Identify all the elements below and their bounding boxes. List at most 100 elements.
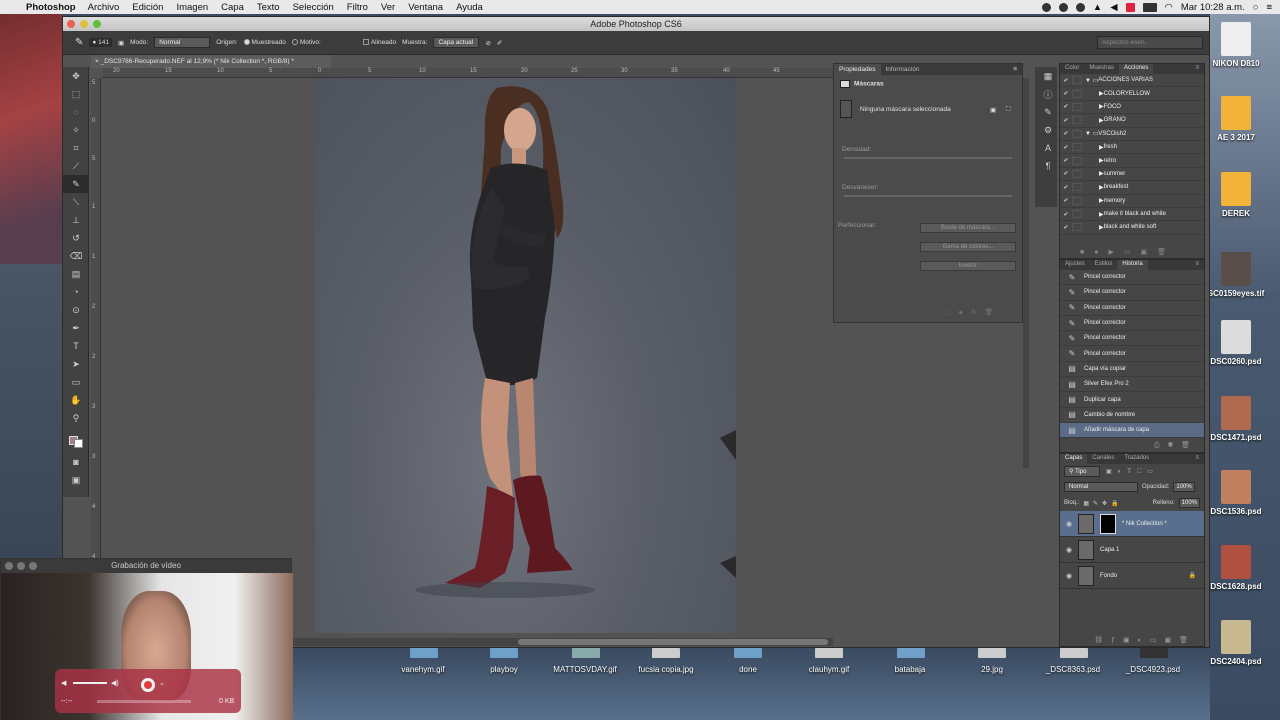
action-item[interactable]: ✔ ▶ make it black and white (1060, 208, 1204, 222)
desktop-icon-psd-0260[interactable]: DSC0260.psd (1200, 320, 1272, 366)
info-icon[interactable]: ⓘ (1035, 85, 1061, 103)
action-item[interactable]: ✔ ▶ retro (1060, 154, 1204, 168)
layer-row-capa1[interactable]: ◉ Capa 1 (1060, 537, 1204, 563)
creative-cloud-icon[interactable] (1058, 2, 1068, 12)
shape-tool-icon[interactable]: ▭ (63, 373, 89, 391)
layer-mask-thumbnail[interactable] (1100, 513, 1116, 534)
hand-tool-icon[interactable]: ✋ (63, 391, 89, 409)
zoom-window-button[interactable] (29, 562, 37, 570)
blur-tool-icon[interactable]: ◔ (63, 283, 89, 301)
dialog-toggle-icon[interactable] (1072, 210, 1082, 219)
density-slider[interactable] (844, 157, 1012, 159)
tab-historia[interactable]: Historia (1117, 260, 1148, 270)
tab-color[interactable]: Color (1060, 64, 1084, 74)
wifi-icon[interactable]: ◠ (1165, 2, 1173, 13)
desktop-file-5[interactable]: clauhym.gif (784, 665, 874, 674)
dialog-toggle-icon[interactable] (1072, 183, 1082, 192)
desktop-file-0[interactable]: vanehym.gif (378, 665, 468, 674)
menu-imagen[interactable]: Imagen (176, 2, 208, 13)
mask-actions-icons[interactable]: ⬚◈↻🗑 (944, 308, 1001, 316)
minimize-window-button[interactable] (17, 562, 25, 570)
search-icon[interactable]: ○ (1253, 2, 1259, 13)
action-item[interactable]: ✔ ▶ fresh (1060, 141, 1204, 155)
action-item[interactable]: ✔ ▶ FOCO (1060, 101, 1204, 115)
pen-tool-icon[interactable]: ✒ (63, 319, 89, 337)
menubar-clock[interactable]: Mar 10:28 a.m. (1181, 2, 1245, 13)
dialog-toggle-icon[interactable] (1072, 169, 1082, 178)
layer-controls-icons[interactable]: ⛓ƒ▣◐▭▣🗑 (1094, 636, 1196, 644)
menu-filtro[interactable]: Filtro (347, 2, 368, 13)
filter-type-icons[interactable]: ▣◐T⛶▭ (1106, 468, 1159, 476)
document-canvas[interactable] (315, 78, 736, 633)
desktop-file-9[interactable]: _DSC4923.psd (1108, 665, 1198, 674)
menu-app-name[interactable]: Photoshop (26, 2, 76, 13)
histogram-icon[interactable]: ▦ (1035, 67, 1061, 85)
visibility-eye-icon[interactable]: ◉ (1060, 546, 1078, 554)
healing-brush-tool-icon[interactable]: ✎ (75, 37, 83, 48)
move-tool-icon[interactable]: ✥ (63, 67, 89, 85)
brush-preset-picker[interactable]: ● 141 (89, 38, 112, 47)
action-item[interactable]: ✔ ▶ breakfest (1060, 181, 1204, 195)
action-item[interactable]: ✔ ▶ black and white soft (1060, 221, 1204, 235)
panel-menu-icon[interactable]: ≡ (1190, 260, 1204, 270)
quick-mask-icon[interactable]: ◙ (63, 453, 89, 471)
zoom-window-button[interactable] (93, 20, 101, 28)
vertical-ruler[interactable]: 5 0 5 1 1 2 2 3 3 4 4 5 (91, 78, 101, 638)
tab-propiedades[interactable]: Propiedades (834, 64, 881, 75)
lock-icons[interactable]: ▦✎✥🔒 (1083, 500, 1122, 507)
vertical-scrollbar[interactable] (1023, 78, 1029, 468)
vector-mask-icon[interactable]: ⛶ (1006, 106, 1011, 114)
panel-menu-icon[interactable]: ≡ (1190, 64, 1204, 74)
layer-thumbnail[interactable] (1078, 513, 1094, 534)
dialog-toggle-icon[interactable] (1072, 76, 1082, 85)
zoom-tool-icon[interactable]: ⚲ (63, 409, 89, 427)
pixel-mask-icon[interactable]: ▣ (990, 106, 996, 114)
tab-trazados[interactable]: Trazados (1119, 454, 1154, 464)
desktop-icon-drive[interactable]: NIKON D810 (1200, 22, 1272, 68)
blend-mode-dropdown[interactable]: Normal (1064, 482, 1138, 492)
desktop-file-8[interactable]: _DSC8363.psd (1028, 665, 1118, 674)
type-tool-icon[interactable]: T (63, 337, 89, 355)
action-item[interactable]: ✔ ▶ GRANO (1060, 114, 1204, 128)
minimize-window-button[interactable] (80, 20, 88, 28)
dodge-tool-icon[interactable]: ⊙ (63, 301, 89, 319)
sample-dropdown[interactable]: Capa actual (433, 37, 480, 48)
dialog-toggle-icon[interactable] (1072, 196, 1082, 205)
brush-settings-icon[interactable]: ✎ (1035, 103, 1061, 121)
workspace-switcher[interactable]: Aspectos esen. (1097, 36, 1203, 49)
eyedropper-tool-icon[interactable]: ⟋ (63, 157, 89, 175)
record-button[interactable] (141, 678, 155, 692)
opacity-input[interactable]: 100% (1173, 482, 1195, 492)
brush-panel-toggle-icon[interactable]: ▣ (118, 39, 124, 47)
menu-ventana[interactable]: Ventana (408, 2, 443, 13)
tab-muestras[interactable]: Muestras (1084, 64, 1119, 74)
aligned-checkbox[interactable]: Alineado (362, 39, 396, 46)
action-controls-icons[interactable]: ■●▶▭▣🗑 (1080, 248, 1176, 256)
panel-menu-icon[interactable]: ≡ (1008, 64, 1022, 75)
layer-row-fondo[interactable]: ◉ Fondo 🔒 (1060, 563, 1204, 589)
layer-filter-dropdown[interactable]: ⚲ Tipo (1064, 466, 1100, 477)
ignore-adjustment-icon[interactable]: ⊘ (485, 39, 490, 47)
eraser-tool-icon[interactable]: ⌫ (63, 247, 89, 265)
history-brush-tool-icon[interactable]: ↺ (63, 229, 89, 247)
menu-archivo[interactable]: Archivo (88, 2, 120, 13)
history-controls-icons[interactable]: ⎙◉🗑 (1154, 441, 1198, 450)
desktop-file-7[interactable]: 29.jpg (947, 665, 1037, 674)
action-item[interactable]: ✔ ▼ ▭ ACCIONES VARIAS (1060, 74, 1204, 88)
volume-icon[interactable]: ◀ (1110, 2, 1117, 13)
options-chevron-icon[interactable]: ⌄ (159, 679, 165, 687)
dialog-toggle-icon[interactable] (1072, 102, 1082, 111)
layer-row-nik[interactable]: ◉ * Nik Collection * (1060, 511, 1204, 537)
dialog-toggle-icon[interactable] (1072, 129, 1082, 138)
lasso-tool-icon[interactable]: ◌ (63, 103, 89, 121)
sampled-radio[interactable]: Muestreado (243, 39, 286, 46)
desktop-icon-folder-ae[interactable]: AE 3 2017 (1200, 96, 1272, 142)
path-select-tool-icon[interactable]: ➤ (63, 355, 89, 373)
history-state[interactable]: ✎ Pincel corrector (1060, 316, 1204, 332)
fill-input[interactable]: 100% (1178, 498, 1200, 508)
history-state[interactable]: ▤ Capa vía copiar (1060, 362, 1204, 378)
desktop-file-4[interactable]: done (703, 665, 793, 674)
invert-button[interactable]: Invertir (920, 261, 1016, 271)
desktop-file-6[interactable]: batabaja (865, 665, 955, 674)
upload-icon[interactable]: ▲ (1093, 2, 1102, 13)
